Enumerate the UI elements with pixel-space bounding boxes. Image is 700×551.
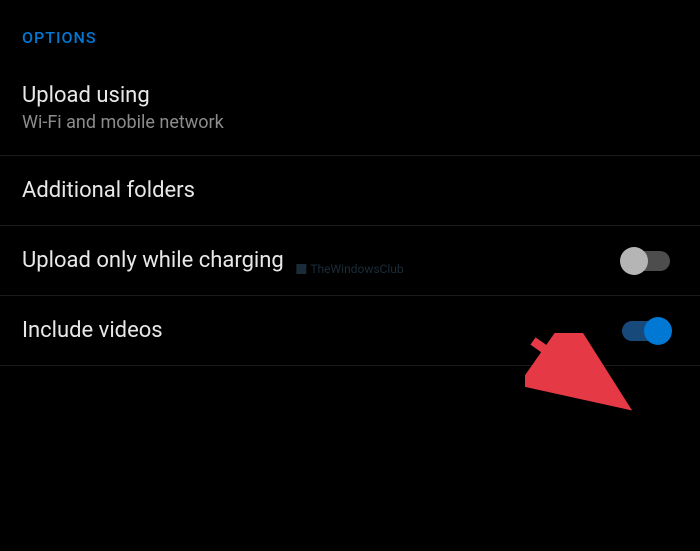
setting-upload-only-while-charging[interactable]: Upload only while charging (0, 226, 700, 296)
setting-text-container: Upload using Wi-Fi and mobile network (22, 83, 224, 133)
setting-include-videos[interactable]: Include videos (0, 296, 700, 366)
setting-text-container: Additional folders (22, 178, 195, 203)
toggle-upload-while-charging[interactable] (622, 251, 670, 271)
setting-text-container: Upload only while charging (22, 248, 284, 273)
toggle-include-videos[interactable] (622, 321, 670, 341)
toggle-knob (644, 317, 672, 345)
toggle-knob (620, 247, 648, 275)
setting-upload-using[interactable]: Upload using Wi-Fi and mobile network (0, 61, 700, 156)
setting-title: Upload only while charging (22, 248, 284, 273)
setting-title: Include videos (22, 318, 163, 343)
setting-title: Additional folders (22, 178, 195, 203)
setting-text-container: Include videos (22, 318, 163, 343)
setting-subtitle: Wi-Fi and mobile network (22, 112, 224, 133)
setting-title: Upload using (22, 83, 224, 108)
setting-additional-folders[interactable]: Additional folders (0, 156, 700, 226)
section-header-options: OPTIONS (0, 0, 700, 61)
